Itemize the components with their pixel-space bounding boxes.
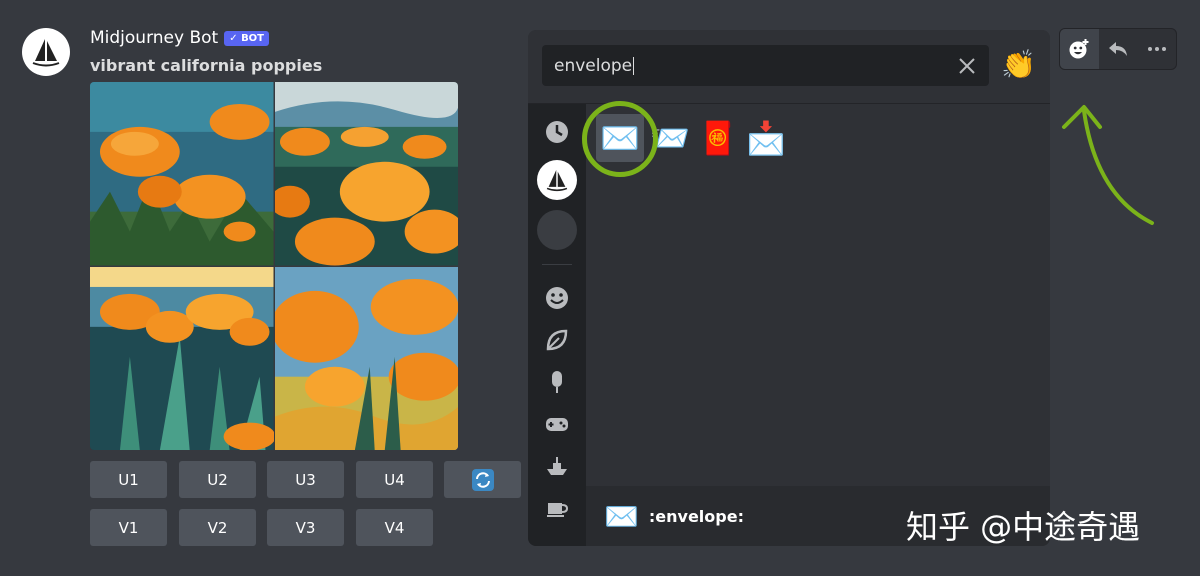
emoji-incoming-envelope[interactable]: 📨 [646, 114, 694, 162]
emoji-picker: envelope 👏 ✉️ 📨 🧧 📩 ✉️:envelope: [528, 30, 1050, 546]
message-toolbar [1059, 28, 1177, 70]
upscale-2-button[interactable]: U2 [179, 461, 256, 498]
gamepad-icon[interactable] [537, 404, 577, 444]
prompt-text: vibrant california poppies [90, 56, 323, 75]
sailboat-logo-icon [32, 39, 60, 67]
reply-button[interactable] [1099, 29, 1138, 69]
message-header: Midjourney Bot ✓ BOT [90, 28, 270, 48]
emoji-envelope[interactable]: ✉️ [596, 114, 644, 162]
emoji-category-sidebar [528, 104, 586, 546]
image-tile-3[interactable] [90, 266, 274, 450]
watermark: 知乎 @中途奇遇 [906, 508, 1141, 546]
reply-icon [1109, 42, 1127, 56]
variation-2-button[interactable]: V2 [179, 509, 256, 546]
add-reaction-icon [1069, 39, 1089, 59]
server-icon-midjourney[interactable] [537, 160, 577, 200]
smiley-icon[interactable] [537, 278, 577, 318]
upscale-1-button[interactable]: U1 [90, 461, 167, 498]
picker-header: envelope 👏 [528, 30, 1050, 104]
category-divider [542, 264, 572, 265]
variation-4-button[interactable]: V4 [356, 509, 433, 546]
recent-icon[interactable] [537, 112, 577, 152]
emoji-search-input[interactable]: envelope [542, 45, 989, 86]
reroll-button[interactable] [444, 461, 521, 498]
preview-emoji: ✉️ [604, 499, 639, 533]
annotation-arrow [1062, 105, 1154, 225]
image-tile-4[interactable] [274, 266, 458, 450]
emoji-results-grid: ✉️ 📨 🧧 📩 [586, 104, 1050, 486]
variation-3-button[interactable]: V3 [267, 509, 344, 546]
popsicle-icon[interactable] [537, 362, 577, 402]
more-icon [1147, 47, 1166, 51]
preview-emoji-name: :envelope: [648, 506, 744, 526]
boat-icon[interactable] [537, 446, 577, 486]
refresh-icon [471, 468, 494, 491]
image-tile-2[interactable] [274, 82, 458, 266]
image-tile-1[interactable] [90, 82, 274, 266]
emoji-envelope-with-arrow[interactable]: 📩 [742, 114, 790, 162]
variation-1-button[interactable]: V1 [90, 509, 167, 546]
upscale-4-button[interactable]: U4 [356, 461, 433, 498]
leaf-icon[interactable] [537, 320, 577, 360]
more-options-button[interactable] [1137, 29, 1176, 69]
upscale-3-button[interactable]: U3 [267, 461, 344, 498]
avatar[interactable] [22, 28, 70, 76]
image-grid[interactable] [90, 82, 458, 450]
server-icon-other[interactable] [537, 210, 577, 250]
skin-tone-button[interactable]: 👏 [1001, 47, 1036, 83]
username[interactable]: Midjourney Bot [90, 28, 218, 48]
clear-icon[interactable] [957, 56, 977, 76]
bot-badge: ✓ BOT [224, 30, 270, 46]
emoji-red-envelope[interactable]: 🧧 [694, 114, 742, 162]
search-value: envelope [554, 55, 633, 76]
coffee-icon[interactable] [537, 488, 577, 528]
add-reaction-button[interactable] [1060, 29, 1099, 69]
